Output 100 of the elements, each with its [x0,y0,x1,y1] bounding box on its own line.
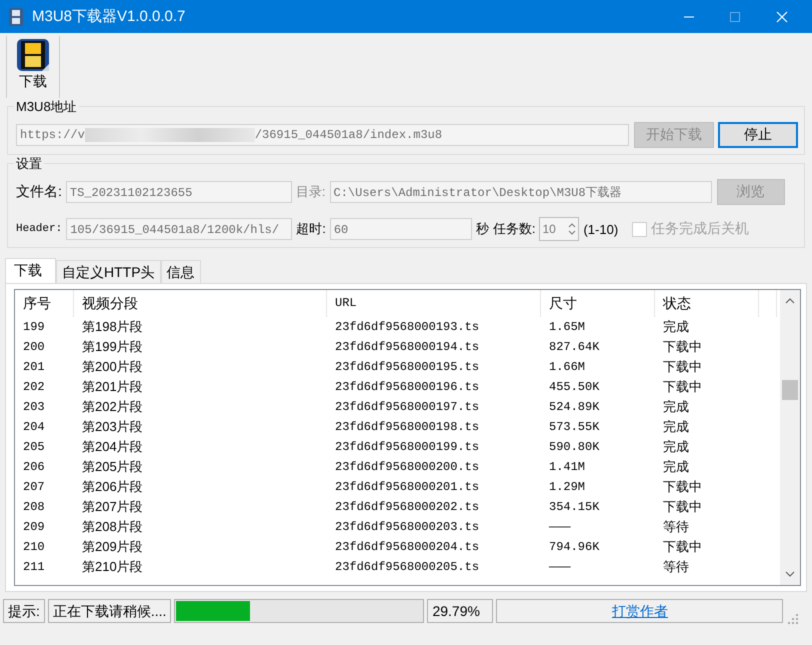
tab[interactable]: 自定义HTTP头 [56,260,161,283]
table-cell-text: 201 [22,360,46,374]
table-cell-text: ——— [548,520,572,534]
table-cell-text: 第203片段 [81,418,144,436]
scroll-up-icon[interactable] [785,298,795,304]
table-cell-text: 第201片段 [81,378,144,396]
table-cell-text: 354.15K [548,500,600,514]
unit-label: 秒 [476,220,489,238]
column-header[interactable]: 序号 [15,290,74,317]
table-cell-text: 23fd6df9568000195.ts [334,360,480,374]
table-cell-text: 第205片段 [81,458,144,476]
table-cell-text: 完成 [662,318,690,336]
app-icon [8,8,24,26]
table-cell-text: 第206片段 [81,478,144,496]
table-cell-text: 等待 [662,518,690,536]
resize-grip-icon[interactable] [788,614,798,624]
tab[interactable]: 信息 [160,260,201,283]
field-label: 文件名: [16,183,62,201]
directory-field[interactable]: C:\Users\Administrator\Desktop\M3U8下载器 [330,181,712,203]
table-cell-text: 209 [22,520,46,534]
table-cell-text: 下载中 [662,538,703,556]
scroll-thumb[interactable] [782,380,798,400]
table-cell-text: 完成 [662,438,690,456]
filename-field[interactable]: TS_20231102123655 [66,181,292,203]
scroll-down-icon[interactable] [785,571,795,577]
url-field[interactable]: https://v /36915_044501a8/index.m3u8 [16,124,630,146]
vertical-scrollbar[interactable] [780,290,800,585]
table-cell-text: 200 [22,340,46,354]
table-cell-text: 23fd6df9568000193.ts [334,320,480,334]
column-header[interactable]: URL [327,290,541,317]
table-cell-text: 下载中 [662,358,703,376]
field-label: 目录: [296,183,326,201]
table-cell-text: 下载中 [662,478,703,496]
table-cell-text: 211 [22,560,46,574]
table-cell-text: 第198片段 [81,318,144,336]
table-cell-text: 23fd6df9568000198.ts [334,420,480,434]
table-cell-text: 208 [22,500,46,514]
table-cell-text: 等待 [662,558,690,576]
column-header[interactable]: 状态 [655,290,759,317]
table-cell-text: 207 [22,480,46,494]
table-cell-text: 206 [22,460,46,474]
column-header[interactable]: 尺寸 [541,290,655,317]
table-cell-text: 205 [22,440,46,454]
table-cell-text: 下载中 [662,498,703,516]
table-cell-text: 完成 [662,458,690,476]
tab[interactable]: 下载 [5,258,56,283]
table-cell-text: 第199片段 [81,338,144,356]
donate-link[interactable]: 打赏作者 [612,603,668,619]
film-icon [16,38,50,72]
download-button[interactable]: 下载 [6,36,60,98]
status-message: 正在下载请稍候.... [48,599,172,623]
table-cell-text: 23fd6df9568000199.ts [334,440,480,454]
table-cell-text: 下载中 [662,378,703,396]
url-text: /36915_044501a8/index.m3u8 [254,127,442,144]
table-cell-text: 第204片段 [81,438,144,456]
window-title: M3U8下载器V1.0.0.0.7 [32,7,186,26]
table-cell-text: 完成 [662,398,690,416]
table-cell-text: 23fd6df9568000204.ts [334,540,480,554]
table-cell-text: 210 [22,540,46,554]
table-cell-text: 第210片段 [81,558,144,576]
table-cell-text: 1.66M [548,360,586,374]
table-cell-text: 524.89K [548,400,600,414]
field-label: Header: [16,223,62,235]
table-cell-text: 199 [22,320,46,334]
table-cell-text: 794.96K [548,540,600,554]
table-cell-text: 第208片段 [81,518,144,536]
field-label: 超时: [296,220,326,238]
table-cell-text: 完成 [662,418,690,436]
stop-button[interactable]: 停止 [718,122,798,148]
table-cell-text: ——— [548,560,572,574]
table-cell-text: 23fd6df9568000203.ts [334,520,480,534]
progress-percent: 29.79% [427,599,494,623]
table-cell-text: 203 [22,400,46,414]
table-cell-text: 1.65M [548,320,586,334]
table-cell-text: 1.41M [548,460,586,474]
table-cell-text: 204 [22,420,46,434]
table-cell-text: 23fd6df9568000205.ts [334,560,480,574]
table-cell-text: 23fd6df9568000201.ts [334,480,480,494]
table-cell-text: 1.29M [548,480,586,494]
status-hint-label: 提示: [3,599,45,623]
table-cell-text: 827.64K [548,340,600,354]
range-label: (1-10) [583,222,618,236]
table-cell-text: 第200片段 [81,358,144,376]
table-cell-text: 23fd6df9568000200.ts [334,460,480,474]
table-cell-text: 第209片段 [81,538,144,556]
table-cell-text: 第207片段 [81,498,144,516]
table-cell-text: 23fd6df9568000194.ts [334,340,480,354]
column-header[interactable]: 视频分段 [74,290,327,317]
url-text: https://v [20,127,85,144]
table-cell-text: 23fd6df9568000196.ts [334,380,480,394]
table-cell-text: 573.55K [548,420,600,434]
table-cell-text: 455.50K [548,380,600,394]
timeout-field[interactable]: 60 [330,218,472,240]
close-icon[interactable] [776,10,788,22]
table-cell-text: 下载中 [662,338,703,356]
table-cell-text: 590.80K [548,440,600,454]
field-label: 任务数: [492,220,536,238]
table-cell-text: 第202片段 [81,398,144,416]
table-cell-text: 202 [22,380,46,394]
header-field[interactable]: 105/36915_044501a8/1200k/hls/ [66,218,292,240]
